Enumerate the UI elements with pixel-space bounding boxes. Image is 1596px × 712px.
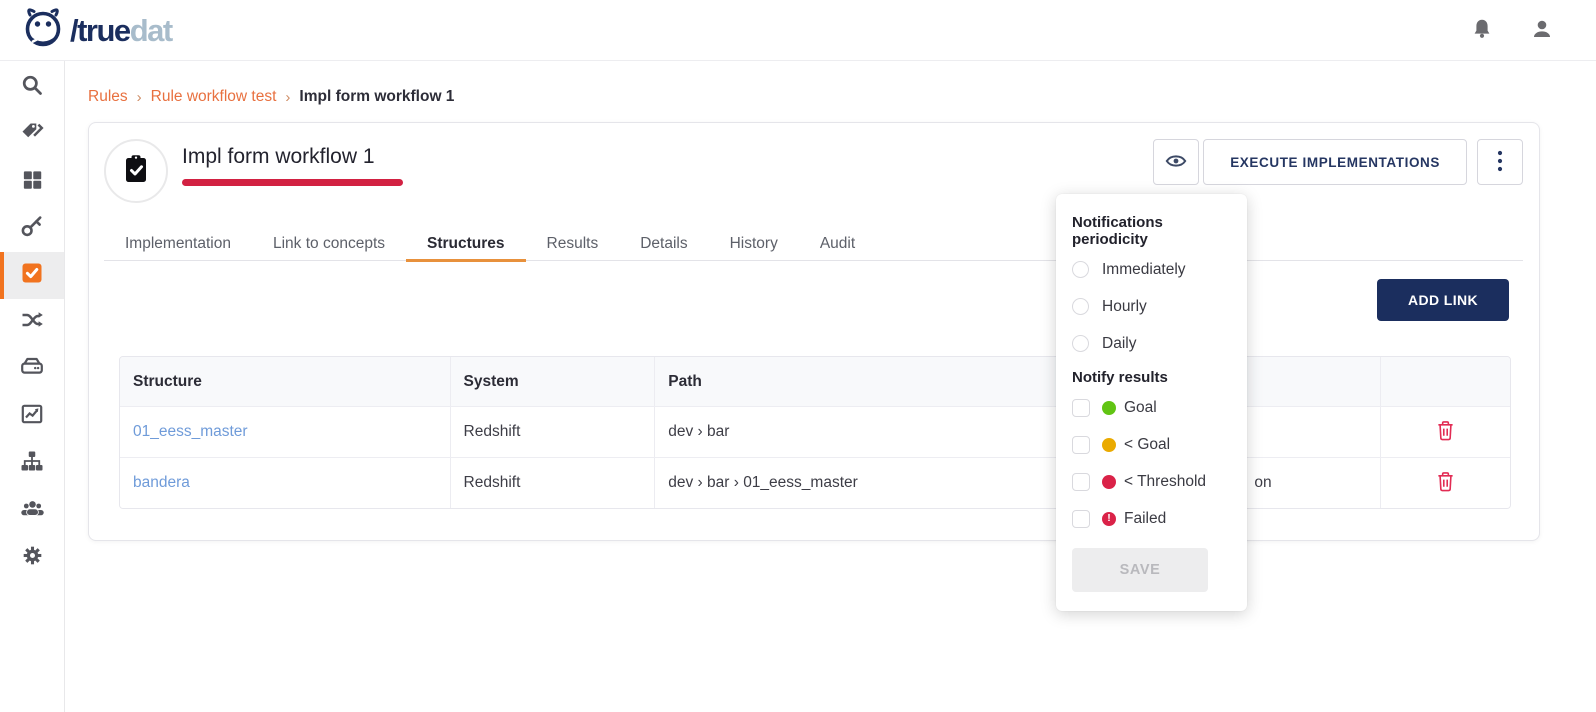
breadcrumb-current: Impl form workflow 1 xyxy=(299,88,454,106)
below-threshold-status-dot xyxy=(1102,475,1116,489)
implementation-avatar xyxy=(104,139,168,203)
gear-icon xyxy=(21,544,44,572)
sidebar-item-hierarchy[interactable] xyxy=(0,440,64,487)
breadcrumb: Rules › Rule workflow test › Impl form w… xyxy=(88,88,454,106)
trash-icon xyxy=(1436,471,1455,495)
sidebar-item-search[interactable] xyxy=(0,64,64,111)
periodicity-option-immediately[interactable]: Immediately xyxy=(1072,251,1231,288)
delete-link-button[interactable] xyxy=(1436,420,1455,444)
checkbox-below-goal[interactable] xyxy=(1072,436,1090,454)
column-header-extra xyxy=(1246,357,1380,406)
chart-line-icon xyxy=(20,402,44,431)
breadcrumb-separator: › xyxy=(137,89,142,106)
eye-icon xyxy=(1165,150,1187,175)
goal-status-dot xyxy=(1102,401,1116,415)
tab-details[interactable]: Details xyxy=(619,227,708,260)
result-option-goal[interactable]: Goal xyxy=(1072,389,1231,426)
periodicity-option-daily[interactable]: Daily xyxy=(1072,325,1231,362)
trash-icon xyxy=(1436,420,1455,444)
execute-implementations-button[interactable]: EXECUTE IMPLEMENTATIONS xyxy=(1203,139,1467,185)
save-button[interactable]: SAVE xyxy=(1072,548,1208,592)
table-row: 01_eess_master Redshift dev › bar xyxy=(120,406,1510,457)
tab-implementation[interactable]: Implementation xyxy=(104,227,252,260)
radio-immediately[interactable] xyxy=(1072,261,1089,278)
path-cell: dev › bar xyxy=(668,423,729,441)
column-header-actions xyxy=(1380,357,1510,406)
truedat-logo[interactable]: /truedat xyxy=(20,6,172,55)
tab-results[interactable]: Results xyxy=(526,227,620,260)
result-option-below-goal[interactable]: < Goal xyxy=(1072,426,1231,463)
bell-icon xyxy=(1470,17,1494,44)
checkbox-below-threshold[interactable] xyxy=(1072,473,1090,491)
column-header-system: System xyxy=(450,357,655,406)
sidebar-item-groups[interactable] xyxy=(0,487,64,534)
sidebar-item-insights[interactable] xyxy=(0,393,64,440)
checkbox-failed[interactable] xyxy=(1072,510,1090,528)
notifications-popup: Notifications periodicity Immediately Ho… xyxy=(1056,194,1247,611)
periodicity-title: Notifications periodicity xyxy=(1072,214,1231,248)
table-row: bandera Redshift dev › bar › 01_eess_mas… xyxy=(120,457,1510,508)
grid-icon xyxy=(21,168,44,196)
radio-hourly[interactable] xyxy=(1072,298,1089,315)
delete-link-button[interactable] xyxy=(1436,471,1455,495)
key-icon xyxy=(20,214,44,243)
page-title: Impl form workflow 1 xyxy=(182,145,403,169)
hard-drive-icon xyxy=(20,355,44,384)
notifications-bell-button[interactable] xyxy=(1470,17,1494,44)
breadcrumb-separator: › xyxy=(285,89,290,106)
clipboard-check-icon xyxy=(121,153,151,190)
tab-link-to-concepts[interactable]: Link to concepts xyxy=(252,227,406,260)
tags-icon xyxy=(20,120,44,149)
periodicity-option-hourly[interactable]: Hourly xyxy=(1072,288,1231,325)
path-cell: dev › bar › 01_eess_master xyxy=(668,474,858,492)
below-goal-status-dot xyxy=(1102,438,1116,452)
sidebar xyxy=(0,61,65,712)
brand-name: /truedat xyxy=(70,15,172,46)
shuffle-icon xyxy=(20,308,44,337)
result-option-below-threshold[interactable]: < Threshold xyxy=(1072,463,1231,500)
sidebar-item-quality[interactable] xyxy=(0,252,64,299)
search-icon xyxy=(20,73,44,102)
checkbox-goal[interactable] xyxy=(1072,399,1090,417)
breadcrumb-rules[interactable]: Rules xyxy=(88,88,128,106)
user-icon xyxy=(1530,17,1554,44)
result-option-failed[interactable]: ! Failed xyxy=(1072,500,1231,537)
status-underline xyxy=(182,179,403,186)
system-cell: Redshift xyxy=(464,474,521,492)
failed-exclamation-icon: ! xyxy=(1102,512,1116,526)
column-header-structure: Structure xyxy=(120,357,450,406)
kebab-menu-icon xyxy=(1497,150,1503,175)
sidebar-item-systems[interactable] xyxy=(0,346,64,393)
users-icon xyxy=(20,496,45,525)
sidebar-item-lineage[interactable] xyxy=(0,299,64,346)
structures-table: Structure System Path 01_eess_master Red… xyxy=(119,356,1511,509)
top-header: /truedat xyxy=(0,0,1596,61)
tab-history[interactable]: History xyxy=(709,227,799,260)
more-options-button[interactable] xyxy=(1477,139,1523,185)
sidebar-item-access[interactable] xyxy=(0,205,64,252)
user-profile-button[interactable] xyxy=(1530,17,1554,44)
owl-logo-icon xyxy=(20,6,66,55)
structure-link[interactable]: bandera xyxy=(133,474,190,492)
add-link-button[interactable]: ADD LINK xyxy=(1377,279,1509,321)
sidebar-item-dashboard[interactable] xyxy=(0,158,64,205)
system-cell: Redshift xyxy=(464,423,521,441)
sidebar-item-settings[interactable] xyxy=(0,534,64,581)
tab-bar: Implementation Link to concepts Structur… xyxy=(104,227,1523,261)
implementation-card: Impl form workflow 1 EXECUTE IMPLEMENTAT… xyxy=(88,122,1540,541)
notify-results-title: Notify results xyxy=(1072,369,1231,386)
subscribe-eye-button[interactable] xyxy=(1153,139,1199,185)
sitemap-icon xyxy=(20,449,44,478)
header-actions: EXECUTE IMPLEMENTATIONS xyxy=(1153,139,1523,185)
structure-link[interactable]: 01_eess_master xyxy=(133,423,248,441)
extra-cell: on xyxy=(1254,474,1271,492)
check-square-icon xyxy=(20,261,44,290)
main-content: Rules › Rule workflow test › Impl form w… xyxy=(65,61,1596,712)
table-header-row: Structure System Path xyxy=(120,357,1510,406)
tab-structures[interactable]: Structures xyxy=(406,227,526,260)
sidebar-item-glossary[interactable] xyxy=(0,111,64,158)
radio-daily[interactable] xyxy=(1072,335,1089,352)
breadcrumb-rule-workflow-test[interactable]: Rule workflow test xyxy=(151,88,277,106)
tab-audit[interactable]: Audit xyxy=(799,227,876,260)
